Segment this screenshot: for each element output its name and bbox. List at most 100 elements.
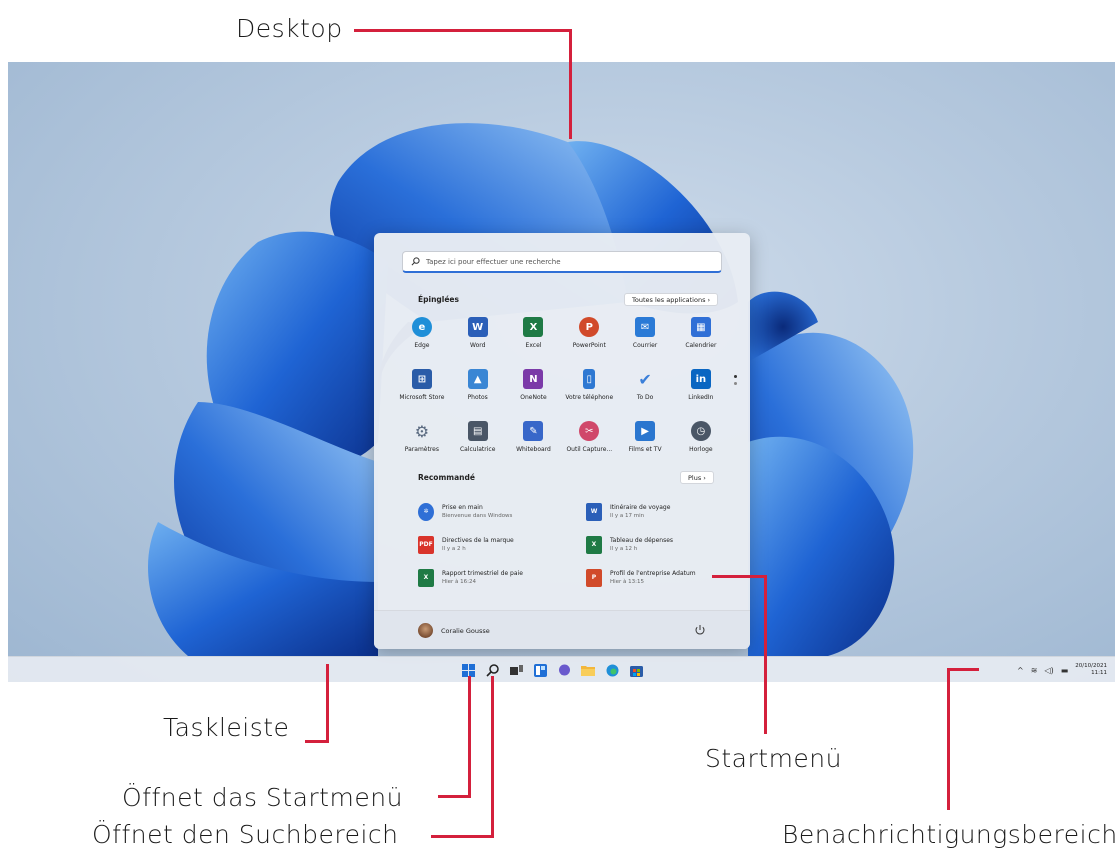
task-view-icon	[509, 664, 523, 675]
pinned-app[interactable]: ✎ Whiteboard	[506, 421, 562, 461]
settings-icon: ⚙	[414, 421, 430, 441]
phone-icon: ▯	[583, 369, 596, 389]
todo-icon: ✔	[638, 369, 652, 389]
store-icon: ⊞	[411, 369, 432, 389]
powerpoint-icon: P	[579, 317, 600, 337]
widgets-button[interactable]	[531, 661, 549, 679]
word-icon: W	[586, 502, 602, 521]
search-placeholder: Tapez ici pour effectuer une recherche	[426, 257, 561, 266]
callout-taskbar: Taskleiste	[163, 713, 290, 742]
excel-icon: X	[586, 535, 602, 554]
pinned-app[interactable]: P PowerPoint	[561, 317, 617, 357]
avatar[interactable]	[418, 623, 433, 638]
chat-button[interactable]	[555, 661, 573, 679]
pinned-app[interactable]: ⚙ Paramètres	[394, 421, 450, 461]
powerpoint-icon: P	[586, 568, 602, 587]
pinned-app[interactable]: ✉ Courrier	[617, 317, 673, 357]
pinned-app[interactable]: in LinkedIn	[673, 369, 729, 409]
power-icon[interactable]	[694, 624, 706, 636]
edge-icon: e	[411, 317, 432, 337]
callout-line	[326, 664, 329, 743]
page-dot	[734, 375, 737, 378]
notification-area: ^ ≋ ◁) ▬ 20/10/2021 11:11	[955, 661, 1115, 679]
start-menu: Tapez ici pour effectuer une recherche É…	[374, 233, 750, 649]
recommended-item[interactable]: ✲ Prise en main Bienvenue dans Windows	[418, 501, 586, 522]
calculator-icon: ▤	[467, 421, 488, 441]
onenote-icon: N	[523, 369, 544, 389]
desktop[interactable]: Tapez ici pour effectuer une recherche É…	[8, 62, 1115, 682]
pinned-app[interactable]: ▯ Votre téléphone	[561, 369, 617, 409]
search-icon	[485, 663, 499, 677]
file-explorer-icon	[581, 666, 595, 676]
store-icon	[629, 665, 643, 677]
clock-date: 20/10/2021	[1075, 663, 1107, 669]
user-name[interactable]: Coralie Gousse	[441, 627, 490, 635]
battery-icon[interactable]: ▬	[1061, 666, 1069, 675]
recommended-item[interactable]: P Profil de l'entreprise Adatum Hier à 13…	[586, 567, 718, 588]
callout-notification-area: Benachrichtigungsbereich	[782, 820, 1115, 849]
recommended-list: ✲ Prise en main Bienvenue dans Windows W …	[418, 501, 718, 588]
search-icon	[411, 257, 420, 266]
callout-line	[712, 575, 767, 578]
callout-line	[947, 668, 950, 810]
pinned-app[interactable]: ⊞ Microsoft Store	[394, 369, 450, 409]
calendar-icon: ▦	[690, 317, 711, 337]
callout-line	[764, 575, 767, 734]
callout-line	[468, 676, 471, 798]
chevron-up-icon[interactable]: ^	[1017, 666, 1024, 675]
pinned-app[interactable]: e Edge	[394, 317, 450, 357]
pinned-app[interactable]: W Word	[450, 317, 506, 357]
callout-line	[491, 676, 494, 838]
callout-line	[354, 29, 572, 32]
taskbar-icons	[459, 661, 645, 679]
pinned-title: Épinglées	[418, 295, 459, 304]
start-search-box[interactable]: Tapez ici pour effectuer une recherche	[402, 251, 722, 273]
excel-icon: X	[418, 568, 434, 587]
callout-line	[569, 29, 572, 139]
pinned-app[interactable]: ✂ Outil Capture...	[561, 421, 617, 461]
get-started-icon: ✲	[418, 502, 434, 521]
pinned-app[interactable]: ◷ Horloge	[673, 421, 729, 461]
mail-icon: ✉	[635, 317, 656, 337]
callout-start-menu: Startmenü	[705, 744, 842, 773]
recommended-item[interactable]: X Tableau de dépenses Il y a 12 h	[586, 534, 718, 555]
pdf-icon: PDF	[418, 535, 434, 554]
whiteboard-icon: ✎	[523, 421, 544, 441]
start-icon	[461, 663, 475, 677]
recommended-title: Recommandé	[418, 473, 475, 482]
pinned-app[interactable]: X Excel	[506, 317, 562, 357]
task-view-button[interactable]	[507, 661, 525, 679]
callout-open-search: Öffnet den Suchbereich	[92, 820, 399, 849]
callout-line	[947, 668, 979, 671]
recommended-item[interactable]: W Itinéraire de voyage Il y a 17 min	[586, 501, 718, 522]
wifi-icon[interactable]: ≋	[1031, 666, 1038, 675]
volume-icon[interactable]: ◁)	[1044, 666, 1053, 675]
callout-line	[431, 835, 494, 838]
pinned-app[interactable]: ▤ Calculatrice	[450, 421, 506, 461]
linkedin-icon: in	[690, 369, 711, 389]
callout-desktop: Desktop	[236, 14, 343, 43]
pinned-app[interactable]: N OneNote	[506, 369, 562, 409]
all-apps-button[interactable]: Toutes les applications ›	[624, 293, 719, 306]
edge-button[interactable]	[603, 661, 621, 679]
pinned-app[interactable]: ▲ Photos	[450, 369, 506, 409]
recommended-item[interactable]: X Rapport trimestriel de paie Hier à 16:2…	[418, 567, 586, 588]
clock[interactable]: 20/10/2021 11:11	[1075, 663, 1107, 677]
word-icon: W	[467, 317, 488, 337]
page-dot	[734, 382, 737, 385]
file-explorer-button[interactable]	[579, 661, 597, 679]
page-indicator[interactable]	[734, 375, 738, 389]
recommended-item[interactable]: PDF Directives de la marque Il y a 2 h	[418, 534, 586, 555]
excel-icon: X	[523, 317, 544, 337]
more-button[interactable]: Plus ›	[680, 471, 714, 484]
edge-icon	[606, 664, 618, 676]
chat-icon	[558, 664, 570, 675]
callout-open-start: Öffnet das Startmenü	[122, 783, 403, 812]
pinned-app[interactable]: ▶ Films et TV	[617, 421, 673, 461]
snipping-tool-icon: ✂	[579, 421, 600, 441]
pinned-app[interactable]: ▦ Calendrier	[673, 317, 729, 357]
store-button[interactable]	[627, 661, 645, 679]
films-tv-icon: ▶	[635, 421, 656, 441]
callout-line	[438, 795, 471, 798]
pinned-app[interactable]: ✔ To Do	[617, 369, 673, 409]
